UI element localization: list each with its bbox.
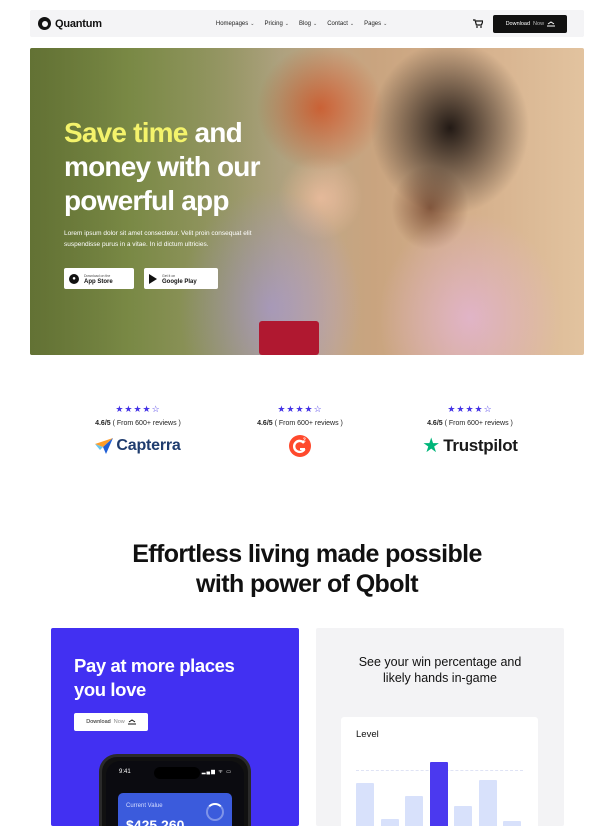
chevron-down-icon: ⌄ bbox=[383, 20, 388, 27]
phone-screen: 9:41 ▂▄▆ ᯤ ▭ Current Value $425,260 bbox=[106, 761, 244, 826]
trustpilot-logo[interactable]: ★ Trustpilot bbox=[410, 435, 530, 457]
download-suffix: Now bbox=[533, 20, 545, 27]
download-now-button[interactable]: Download Now bbox=[493, 14, 568, 33]
capterra-logo[interactable]: Capterra bbox=[78, 435, 198, 457]
quantum-logo-icon bbox=[38, 17, 51, 30]
level-chart-panel: Level bbox=[341, 717, 538, 826]
star-rating-icon: ★★★★☆ bbox=[277, 404, 323, 414]
hero-title: Save time and money with our powerful ap… bbox=[64, 116, 304, 218]
level-bar bbox=[356, 783, 374, 826]
capterra-wordmark: Capterra bbox=[116, 437, 181, 454]
menu-item-pricing[interactable]: Pricing ⌄ bbox=[264, 21, 289, 27]
google-play-big: Google Play bbox=[162, 278, 197, 285]
menu-label: Homepages bbox=[215, 20, 249, 27]
rating-score: 4.6/5 ( From 600+ reviews ) bbox=[95, 420, 181, 427]
level-label: Level bbox=[356, 729, 379, 740]
current-value: $425,260 bbox=[126, 817, 185, 826]
menu-item-homepages[interactable]: Homepages ⌄ bbox=[216, 21, 255, 27]
capterra-arrow-icon bbox=[95, 438, 114, 454]
trustpilot-wordmark: Trustpilot bbox=[443, 436, 518, 455]
menu-label: Blog bbox=[299, 20, 312, 27]
hero-phone-image bbox=[259, 321, 319, 355]
g2-logo-icon: 2 bbox=[289, 435, 311, 457]
logo-text: Quantum bbox=[55, 17, 102, 30]
level-bar bbox=[503, 821, 521, 826]
balance-card: Current Value $425,260 bbox=[118, 793, 232, 826]
chevron-down-icon: ⌄ bbox=[250, 20, 255, 27]
level-bar bbox=[405, 796, 423, 826]
menu-item-pages[interactable]: Pages ⌄ bbox=[364, 21, 387, 27]
google-play-button[interactable]: Get it on Google Play bbox=[144, 268, 218, 289]
main-menu: Homepages ⌄ Pricing ⌄ Blog ⌄ Contact ⌄ Pages… bbox=[216, 21, 387, 27]
apple-icon: ● bbox=[69, 273, 79, 284]
level-bar bbox=[429, 762, 448, 826]
level-bar bbox=[454, 806, 472, 826]
download-label: Download bbox=[505, 20, 531, 27]
feature-card-win-title: See your win percentage and likely hands… bbox=[358, 655, 522, 685]
trustpilot-star-icon: ★ bbox=[422, 435, 441, 457]
hero-title-highlight: Save time bbox=[64, 117, 188, 148]
phone-mockup: 9:41 ▂▄▆ ᯤ ▭ Current Value $425,260 bbox=[99, 754, 251, 826]
ratings-row: ★★★★☆ 4.6/5 ( From 600+ reviews ) Capter… bbox=[0, 404, 614, 464]
g2-logo[interactable]: 2 bbox=[240, 435, 360, 457]
rating-g2: ★★★★☆ 4.6/5 ( From 600+ reviews ) 2 bbox=[240, 404, 360, 457]
section-title-line1: Effortless living made possible bbox=[132, 540, 482, 568]
phone-time: 9:41 bbox=[119, 769, 131, 775]
download-icon bbox=[127, 719, 136, 725]
rating-capterra: ★★★★☆ 4.6/5 ( From 600+ reviews ) Capter… bbox=[78, 404, 198, 457]
section-title-line2: with power of Qbolt bbox=[196, 570, 419, 598]
logo[interactable]: Quantum bbox=[38, 17, 102, 30]
menu-label: Contact bbox=[327, 20, 348, 27]
app-store-big: App Store bbox=[84, 278, 113, 285]
phone-status-icons: ▂▄▆ ᯤ ▭ bbox=[201, 769, 232, 775]
chevron-down-icon: ⌄ bbox=[313, 20, 318, 27]
menu-label: Pricing bbox=[264, 20, 283, 27]
feature-card-pay: Pay at more places you love Download Now… bbox=[51, 628, 299, 826]
hero-banner: Save time and money with our powerful ap… bbox=[30, 48, 584, 355]
rating-trustpilot: ★★★★☆ 4.6/5 ( From 600+ reviews ) ★ Trus… bbox=[410, 404, 530, 457]
google-play-icon bbox=[149, 273, 157, 284]
hero-subtitle: Lorem ipsum dolor sit amet consectetur. … bbox=[64, 230, 252, 248]
feature-card-win: See your win percentage and likely hands… bbox=[316, 628, 564, 826]
progress-ring-icon bbox=[206, 803, 224, 821]
download-suffix: Now bbox=[113, 719, 125, 725]
chevron-down-icon: ⌄ bbox=[349, 20, 355, 27]
rating-score: 4.6/5 ( From 600+ reviews ) bbox=[257, 420, 343, 427]
menu-item-contact[interactable]: Contact ⌄ bbox=[327, 21, 354, 27]
current-value-label: Current Value bbox=[126, 803, 163, 809]
top-navbar: Quantum Homepages ⌄ Pricing ⌄ Blog ⌄ Contac… bbox=[30, 10, 584, 37]
app-store-button[interactable]: ● Download on the App Store bbox=[64, 268, 134, 289]
svg-text:2: 2 bbox=[303, 438, 306, 444]
rating-score: 4.6/5 ( From 600+ reviews ) bbox=[427, 420, 513, 427]
section-title: Effortless living made possible with pow… bbox=[0, 539, 614, 599]
download-label: Download bbox=[86, 719, 111, 725]
chevron-down-icon: ⌄ bbox=[284, 20, 289, 27]
phone-notch bbox=[154, 767, 200, 779]
level-bar bbox=[478, 780, 497, 826]
feature-card-pay-title: Pay at more places you love bbox=[74, 655, 235, 700]
download-icon bbox=[547, 20, 556, 26]
cart-icon[interactable] bbox=[473, 19, 484, 28]
menu-label: Pages bbox=[364, 20, 382, 27]
star-rating-icon: ★★★★☆ bbox=[447, 404, 493, 414]
feature-download-button[interactable]: Download Now bbox=[74, 713, 148, 731]
level-bar bbox=[380, 819, 399, 826]
menu-item-blog[interactable]: Blog ⌄ bbox=[299, 21, 317, 27]
star-rating-icon: ★★★★☆ bbox=[115, 404, 161, 414]
